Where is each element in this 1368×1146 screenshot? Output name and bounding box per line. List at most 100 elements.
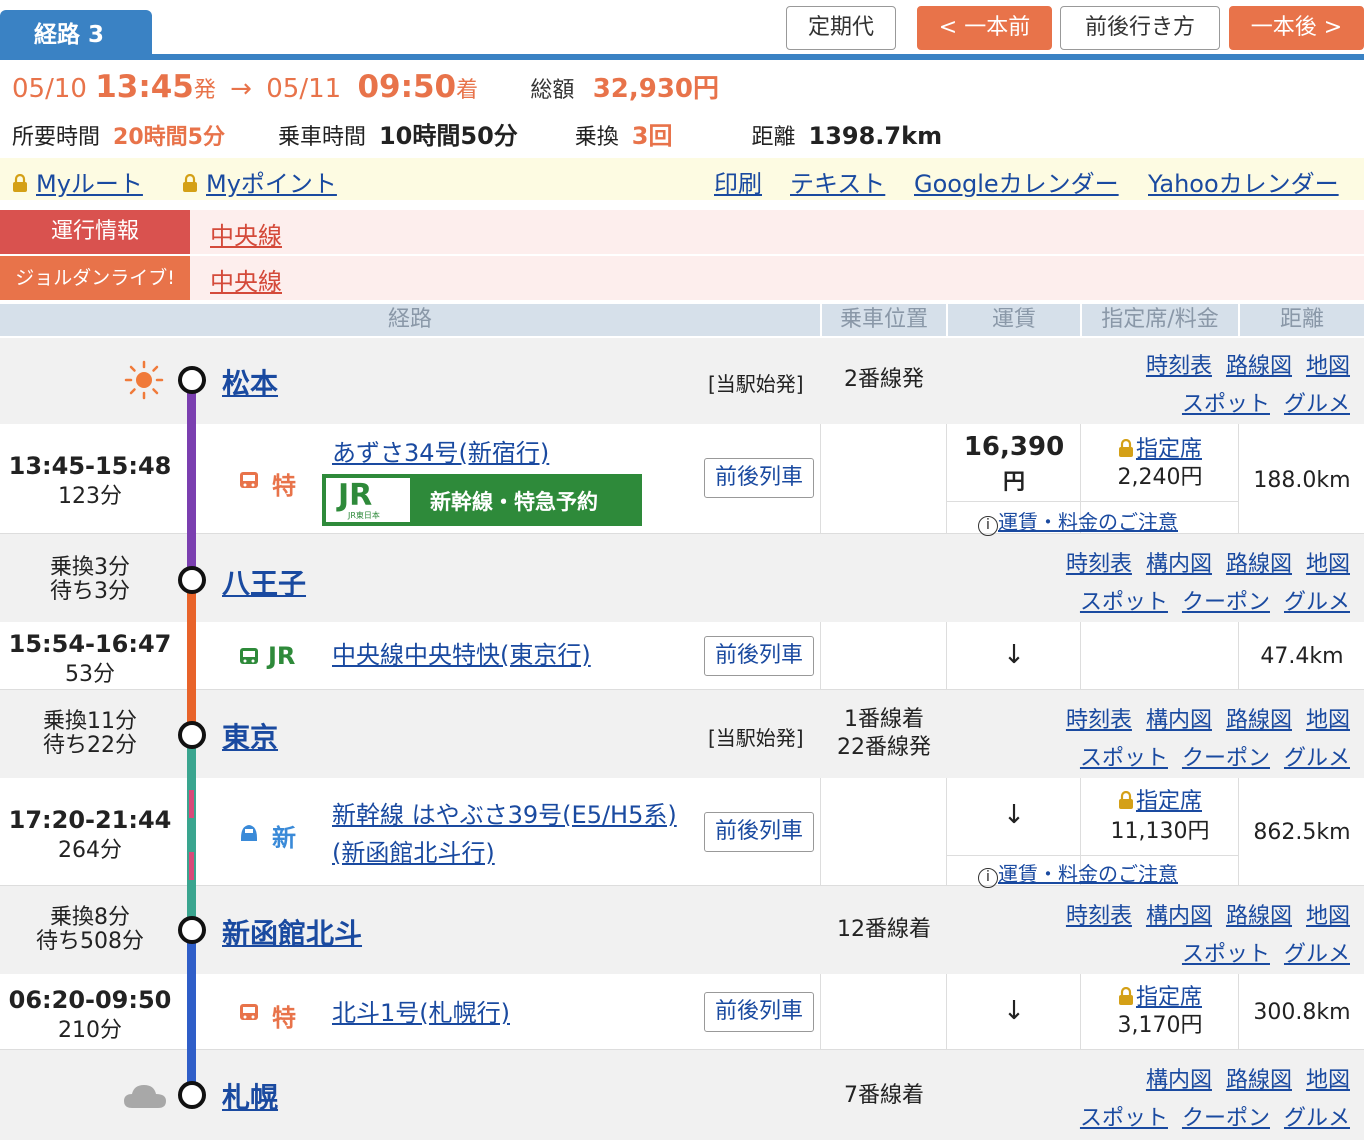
station-name-sapporo[interactable]: 札幌 <box>222 1076 278 1116</box>
map-link[interactable]: 地図 <box>1306 708 1350 733</box>
print-link[interactable]: 印刷 <box>714 164 762 199</box>
table-header: 経路 乗車位置 運賃 指定席/料金 距離 <box>0 304 1364 336</box>
line-segment-chuo <box>187 580 196 735</box>
my-point-label: Myポイント <box>206 170 337 198</box>
platform-info: 12番線着 <box>837 917 931 942</box>
commuter-pass-button[interactable]: 定期代 <box>786 6 896 50</box>
coupon-link[interactable]: クーポン <box>1182 590 1270 615</box>
service-info-line-link[interactable]: 中央線 <box>210 216 282 251</box>
coupon-link[interactable]: クーポン <box>1182 1106 1270 1131</box>
station-links: スポット クーポン グルメ <box>1066 584 1350 616</box>
duration-summary: 所要時間 20時間5分 乗車時間 10時間50分 乗換 3回 距離 1398.7… <box>12 116 942 151</box>
yahoo-calendar-link[interactable]: Yahooカレンダー <box>1148 164 1339 199</box>
station-links: スポット グルメ <box>1168 386 1350 418</box>
route-map-link[interactable]: 路線図 <box>1226 708 1292 733</box>
fare-continued-arrow: ↓ <box>1003 800 1025 830</box>
fare-continued-arrow: ↓ <box>1003 640 1025 670</box>
adjacent-trains-button[interactable]: 前後列車 <box>704 812 814 852</box>
station-node <box>178 721 206 749</box>
spot-link[interactable]: スポット <box>1182 942 1270 967</box>
fare-divider <box>947 855 1238 856</box>
train-icon <box>240 472 258 488</box>
station-name-matsumoto[interactable]: 松本 <box>222 362 278 402</box>
timetable-link[interactable]: 時刻表 <box>1066 552 1132 577</box>
map-link[interactable]: 地図 <box>1306 904 1350 929</box>
adjacent-trains-button[interactable]: 前後列車 <box>704 992 814 1032</box>
station-map-link[interactable]: 構内図 <box>1146 708 1212 733</box>
train-duration: 210分 <box>58 1018 122 1043</box>
reserved-seat-link[interactable]: 指定席 <box>1136 789 1202 814</box>
gourmet-link[interactable]: グルメ <box>1284 392 1350 417</box>
timetable-link[interactable]: 時刻表 <box>1066 904 1132 929</box>
station-map-link[interactable]: 構内図 <box>1146 904 1212 929</box>
chevron-right-icon: > <box>1316 15 1343 40</box>
train-name-link[interactable]: 新幹線 はやぶさ39号(E5/H5系) <box>332 796 677 834</box>
timetable-link[interactable]: 時刻表 <box>1146 354 1212 379</box>
map-link[interactable]: 地図 <box>1306 354 1350 379</box>
adjacent-trains-button[interactable]: 前後列車 <box>704 458 814 498</box>
header-divider <box>0 54 1364 60</box>
required-label: 所要時間 <box>12 125 101 150</box>
station-node <box>178 566 206 594</box>
my-route-link[interactable]: Myルート <box>12 164 143 199</box>
gourmet-link[interactable]: グルメ <box>1284 942 1350 967</box>
station-node <box>178 916 206 944</box>
lock-icon <box>1118 987 1133 1005</box>
station-map-link[interactable]: 構内図 <box>1146 1068 1212 1093</box>
gourmet-link[interactable]: グルメ <box>1284 746 1350 771</box>
station-links: 時刻表 路線図 地図 <box>1132 348 1350 380</box>
route-map-link[interactable]: 路線図 <box>1226 354 1292 379</box>
line-segment-hokuto <box>187 930 196 1095</box>
waiting-time: 待ち508分 <box>36 929 144 954</box>
time-summary: 05/10 13:45発 → 05/11 09:50着 総額 32,930円 <box>12 68 719 108</box>
action-link-bar: Myルート Myポイント 印刷 テキスト Googleカレンダー Yahooカレ… <box>0 158 1364 200</box>
gourmet-link[interactable]: グルメ <box>1284 1106 1350 1131</box>
lock-icon <box>183 174 197 192</box>
train-name-link[interactable]: 北斗1号(札幌行) <box>332 994 510 1032</box>
station-map-link[interactable]: 構内図 <box>1146 552 1212 577</box>
jr-reservation-banner[interactable]: JR JR東日本 新幹線・特急予約 <box>322 474 642 526</box>
station-name-shinhakodate[interactable]: 新函館北斗 <box>222 912 362 952</box>
seat-fee: 11,130円 <box>1110 819 1210 844</box>
map-link[interactable]: 地図 <box>1306 1068 1350 1093</box>
spot-link[interactable]: スポット <box>1080 590 1168 615</box>
google-calendar-link[interactable]: Googleカレンダー <box>914 164 1119 199</box>
fare-caution-link[interactable]: 運賃・料金のご注意 <box>998 510 1178 534</box>
train-destination-link[interactable]: (新函館北斗行) <box>332 834 495 872</box>
segment-distance: 862.5km <box>1253 820 1351 845</box>
depart-time: 13:45 <box>95 69 194 105</box>
train-name-link[interactable]: 中央線中央特快(東京行) <box>332 636 591 674</box>
train-icon <box>240 648 258 664</box>
reserved-seat-link[interactable]: 指定席 <box>1136 985 1202 1010</box>
spot-link[interactable]: スポット <box>1080 746 1168 771</box>
fare-caution-link[interactable]: 運賃・料金のご注意 <box>998 862 1178 886</box>
jorudan-live-line-link[interactable]: 中央線 <box>210 262 282 297</box>
next-train-button[interactable]: 一本後 > <box>1229 6 1364 50</box>
column-seat: 指定席/料金 <box>1080 304 1238 336</box>
seat-fee: 2,240円 <box>1117 465 1203 490</box>
around-route-button[interactable]: 前後行き方 <box>1060 6 1220 50</box>
gourmet-link[interactable]: グルメ <box>1284 590 1350 615</box>
station-name-hachioji[interactable]: 八王子 <box>222 562 306 602</box>
route-map-link[interactable]: 路線図 <box>1226 1068 1292 1093</box>
train-name-link[interactable]: あずさ34号(新宿行) <box>332 434 549 472</box>
fare-divider <box>947 501 1238 502</box>
arrive-suffix: 着 <box>456 78 479 103</box>
spot-link[interactable]: スポット <box>1182 392 1270 417</box>
station-name-tokyo[interactable]: 東京 <box>222 716 278 756</box>
coupon-link[interactable]: クーポン <box>1182 746 1270 771</box>
my-point-link[interactable]: Myポイント <box>182 164 337 199</box>
total-label: 総額 <box>530 78 575 103</box>
adjacent-trains-button[interactable]: 前後列車 <box>704 636 814 676</box>
text-link[interactable]: テキスト <box>790 164 885 199</box>
route-map-link[interactable]: 路線図 <box>1226 552 1292 577</box>
arrive-date: 05/11 <box>266 74 342 104</box>
route-tab[interactable]: 経路 3 <box>0 10 152 54</box>
route-map-link[interactable]: 路線図 <box>1226 904 1292 929</box>
reserved-seat-link[interactable]: 指定席 <box>1136 437 1202 462</box>
previous-train-button[interactable]: < 一本前 <box>917 6 1052 50</box>
shinkansen-icon <box>241 825 257 841</box>
map-link[interactable]: 地図 <box>1306 552 1350 577</box>
spot-link[interactable]: スポット <box>1080 1106 1168 1131</box>
timetable-link[interactable]: 時刻表 <box>1066 708 1132 733</box>
